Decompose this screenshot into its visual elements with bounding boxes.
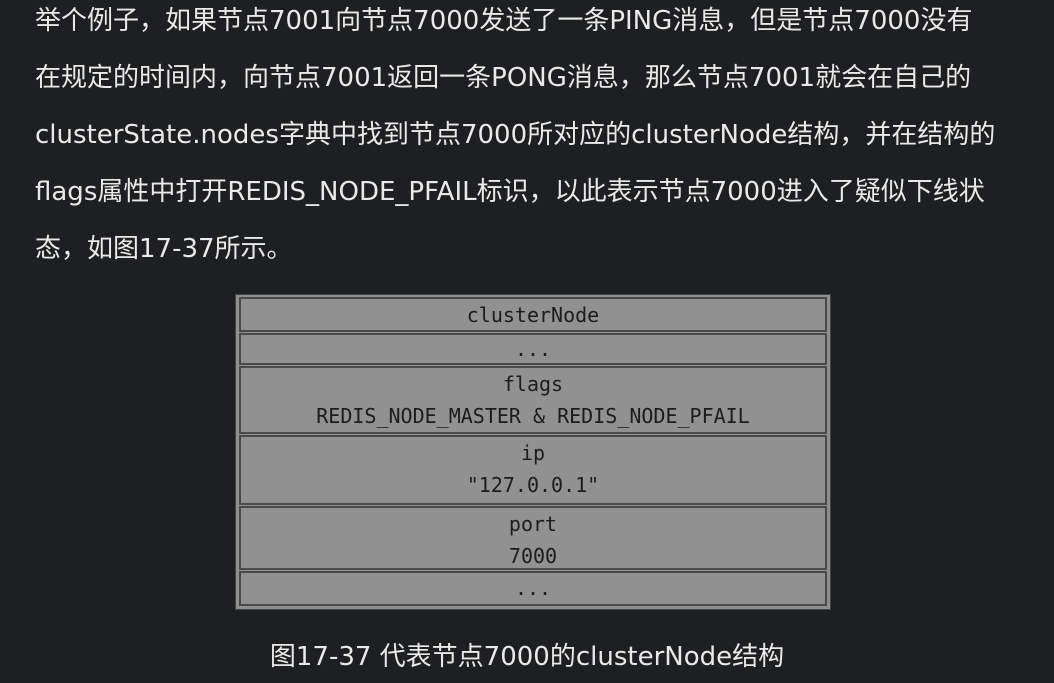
ip-value: "127.0.0.1" [466,473,600,497]
paragraph-line-1: 举个例子，如果节点7001向节点7000发送了一条PING消息，但是节点7000… [35,6,973,36]
struct-ip-cell: ip "127.0.0.1" [239,435,827,505]
struct-ellipsis-bottom: ... [514,576,552,600]
flags-value: REDIS_NODE_MASTER & REDIS_NODE_PFAIL [316,404,750,428]
struct-port-cell: port 7000 [239,506,827,570]
ip-label: ip [520,441,546,465]
paragraph-line-5: 态，如图17-37所示。 [35,234,293,264]
struct-ellipsis-bottom-cell: ... [239,571,827,606]
body-paragraph: 举个例子，如果节点7001向节点7000发送了一条PING消息，但是节点7000… [35,0,1035,285]
port-value: 7000 [508,544,558,568]
struct-title-cell: clusterNode [239,297,827,332]
struct-flags-cell: flags REDIS_NODE_MASTER & REDIS_NODE_PFA… [239,366,827,434]
struct-ellipsis-top-cell: ... [239,333,827,365]
clusternode-structure-figure: clusterNode ... flags REDIS_NODE_MASTER … [235,294,831,610]
struct-ellipsis-top: ... [514,337,552,361]
paragraph-line-3: clusterState.nodes字典中找到节点7000所对应的cluster… [35,120,996,150]
flags-label: flags [502,372,564,396]
struct-title: clusterNode [466,303,600,327]
paragraph-line-2: 在规定的时间内，向节点7001返回一条PONG消息，那么节点7001就会在自己的 [35,63,972,93]
paragraph-line-4: flags属性中打开REDIS_NODE_PFAIL标识，以此表示节点7000进… [35,177,985,207]
figure-caption: 图17-37 代表节点7000的clusterNode结构 [269,642,785,672]
port-label: port [508,512,558,536]
